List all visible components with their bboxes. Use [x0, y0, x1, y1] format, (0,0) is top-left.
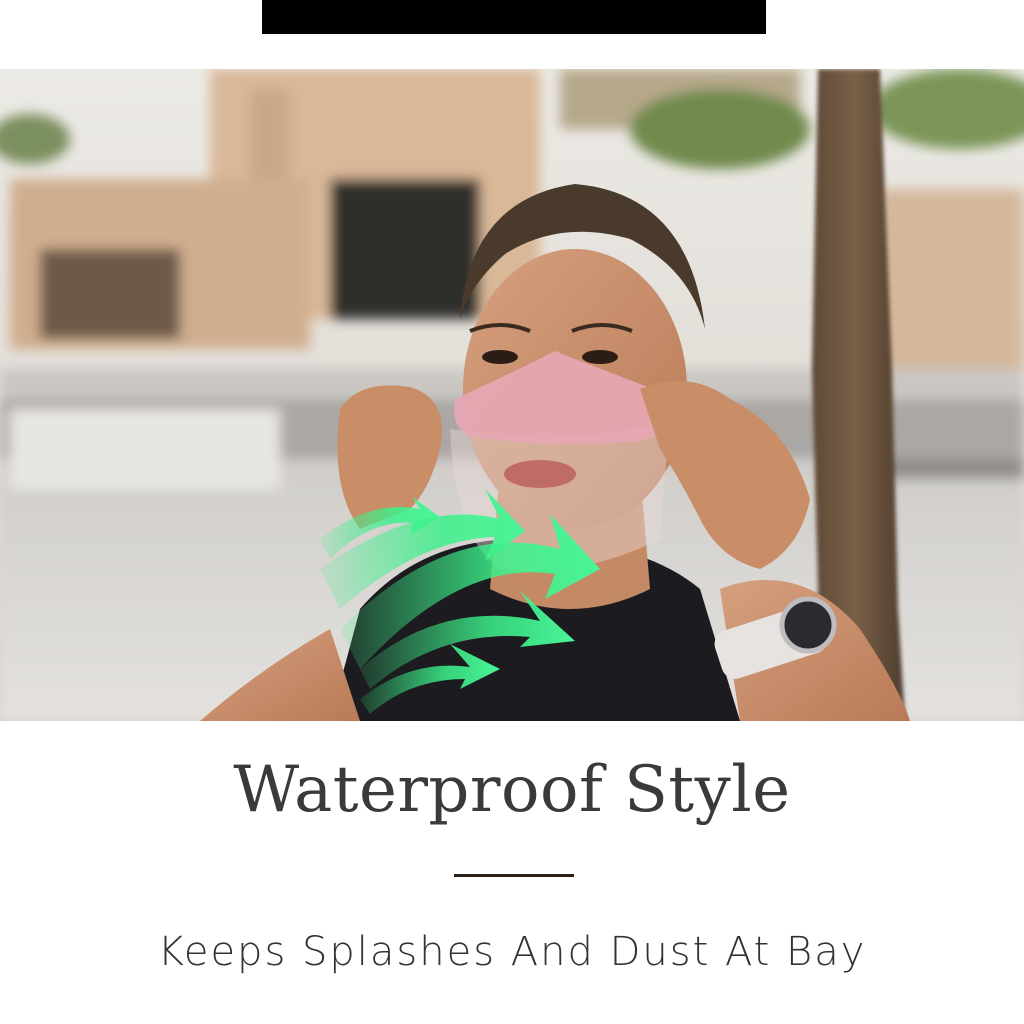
- feature-subtitle: Keeps Splashes And Dust At Bay: [157, 929, 867, 975]
- top-black-bar: [262, 0, 766, 34]
- title-divider: [454, 874, 574, 877]
- feature-title: Waterproof Style: [233, 753, 791, 827]
- product-banner: Waterproof Style Keeps Splashes And Dust…: [0, 0, 1024, 1024]
- product-photo: [0, 69, 1024, 721]
- photo-scene: [0, 69, 1024, 721]
